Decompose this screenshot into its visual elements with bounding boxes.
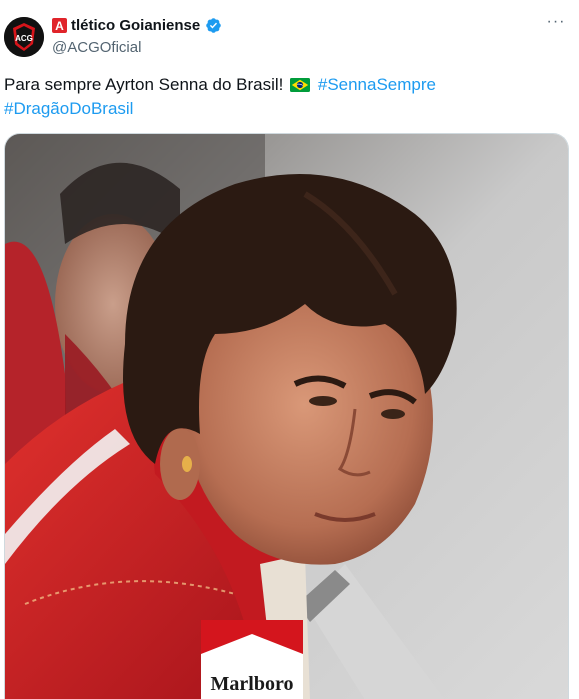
club-crest-icon: ACG — [4, 17, 44, 57]
author-avatar[interactable]: ACG — [4, 17, 44, 57]
tweet-card: ACG A tlético Goianiense @ACGOficial ···… — [0, 0, 579, 699]
svg-text:A: A — [55, 19, 64, 33]
patch-text: Marlboro — [211, 673, 294, 695]
marlboro-patch: Marlboro — [201, 620, 303, 699]
svg-text:ACG: ACG — [15, 34, 33, 43]
tweet-body-text: Para sempre Ayrton Senna do Brasil! — [4, 75, 289, 94]
verified-badge-icon — [206, 18, 221, 33]
author-handle[interactable]: @ACGOficial — [52, 39, 141, 56]
red-a-badge-icon: A — [52, 18, 67, 33]
hashtag-dragao-do-brasil[interactable]: #DragãoDoBrasil — [4, 99, 133, 118]
hashtag-senna-sempre[interactable]: #SennaSempre — [318, 75, 436, 94]
author-name-row[interactable]: A tlético Goianiense — [52, 17, 222, 34]
tweet-photo[interactable]: Marlboro — [4, 133, 569, 699]
portrait-photo: Marlboro — [5, 134, 568, 699]
brazil-flag-icon — [290, 78, 311, 92]
more-options-button[interactable]: ··· — [545, 14, 567, 36]
tweet-text: Para sempre Ayrton Senna do Brasil! #Sen… — [4, 73, 564, 121]
more-horizontal-icon: ··· — [546, 13, 566, 30]
author-display-name[interactable]: tlético Goianiense — [71, 17, 200, 34]
